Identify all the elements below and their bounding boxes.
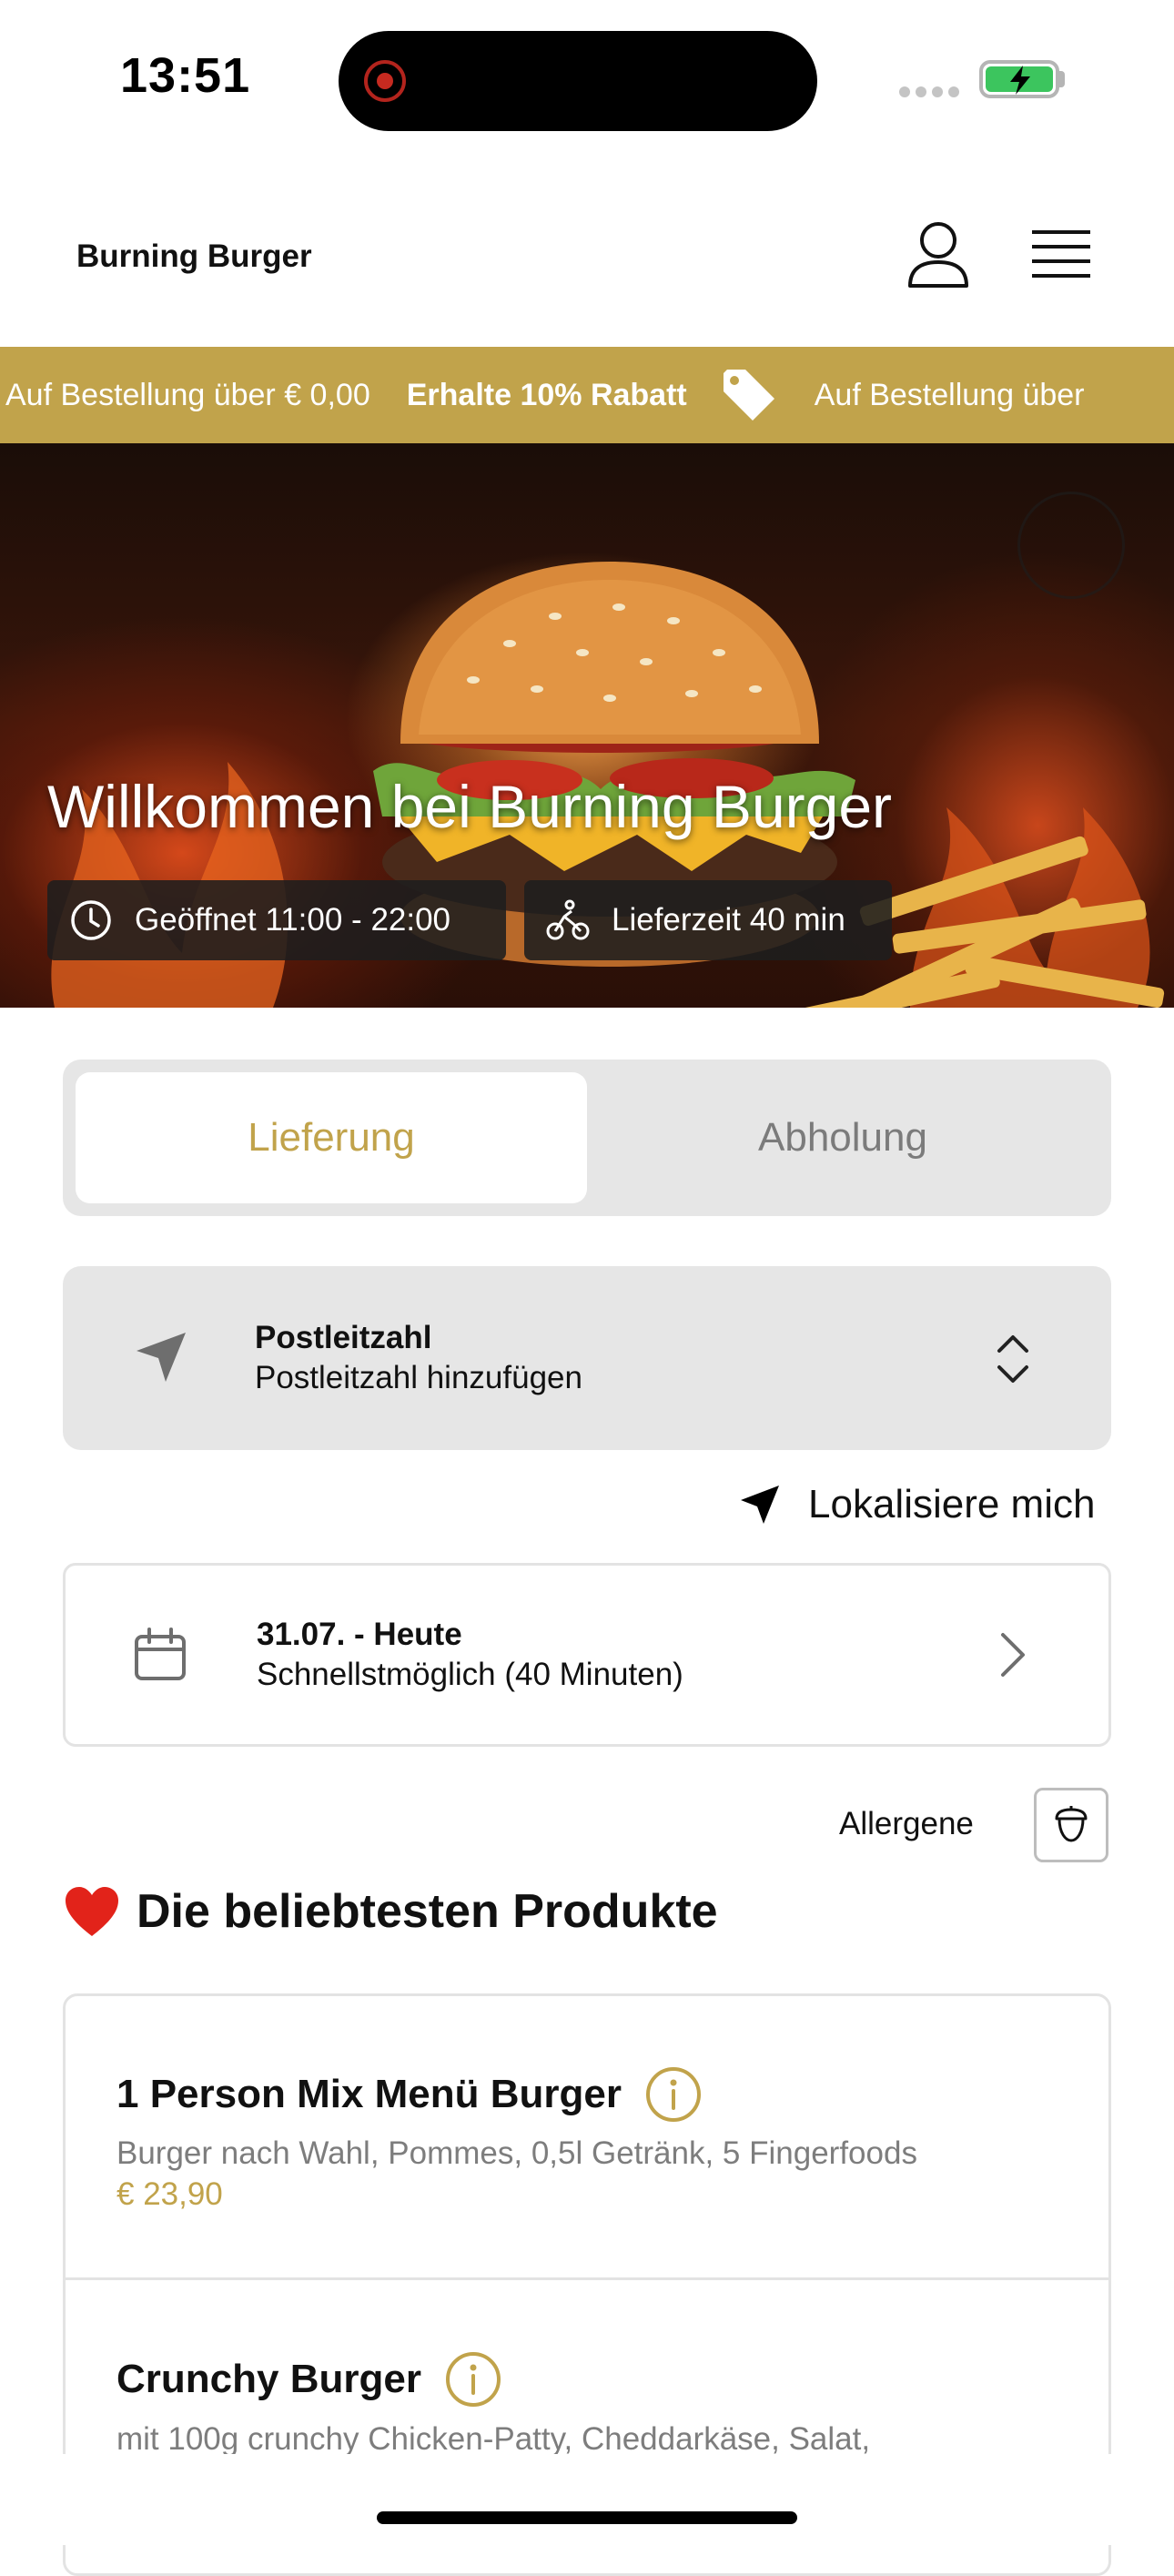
delivery-time-selector[interactable]: [63, 1563, 1111, 1747]
battery-icon: [979, 60, 1059, 98]
postcode-selector[interactable]: [63, 1266, 1111, 1450]
delivery-time-chip: Lieferzeit 40 min: [524, 880, 892, 960]
product-name-text: 1 Person Mix Menü Burger: [116, 2072, 622, 2116]
promo-min-order-repeat: Auf Bestellung über: [814, 377, 1085, 412]
tab-delivery[interactable]: Lieferung: [76, 1072, 587, 1203]
product-description: mit 100g crunchy Chicken-Patty, Cheddark…: [116, 2421, 871, 2457]
charging-bolt-icon: [1010, 66, 1030, 95]
bottom-safe-area: [0, 2454, 1174, 2545]
product-description: Burger nach Wahl, Pommes, 0,5l Getränk, …: [116, 2135, 917, 2171]
hamburger-menu-icon[interactable]: [1028, 228, 1094, 280]
cellular-signal-icon: [899, 86, 965, 102]
promo-discount: Erhalte 10% Rabatt: [406, 377, 687, 412]
info-icon[interactable]: [645, 2066, 702, 2123]
chevron-right-icon: [1001, 1633, 1025, 1677]
status-time: 13:51: [120, 48, 251, 103]
allergens-label[interactable]: Allergene: [839, 1806, 974, 1842]
clock-icon: [71, 900, 111, 940]
opening-hours-chip: Geöffnet 11:00 - 22:00: [47, 880, 506, 960]
info-icon[interactable]: [445, 2351, 501, 2408]
brand-name[interactable]: Burning Burger: [76, 238, 312, 275]
price-tag-icon: [723, 370, 774, 421]
chevron-up-down-icon[interactable]: [994, 1331, 1032, 1387]
allergens-button[interactable]: [1034, 1788, 1108, 1862]
product-price: € 23,90: [116, 2176, 223, 2212]
product-name-text: Crunchy Burger: [116, 2357, 421, 2401]
screen-recording-icon: [364, 60, 406, 102]
navigation-arrow-icon: [741, 1486, 779, 1524]
location-arrow-icon: [137, 1333, 186, 1382]
heart-icon: [66, 1887, 118, 1936]
bicycle-courier-icon: [546, 899, 590, 940]
postcode-placeholder: Postleitzahl hinzufügen: [255, 1360, 582, 1395]
product-name[interactable]: 1 Person Mix Menü Burger: [116, 2066, 702, 2123]
user-account-icon[interactable]: [906, 220, 970, 289]
locate-me-button[interactable]: Lokalisiere mich: [739, 1482, 1095, 1527]
popular-products-heading: Die beliebtesten Produkte: [64, 1884, 718, 1939]
calendar-icon: [135, 1628, 186, 1680]
locate-me-label: Lokalisiere mich: [808, 1482, 1096, 1526]
battery-tip: [1059, 71, 1065, 87]
popular-products-title: Die beliebtesten Produkte: [137, 1885, 718, 1938]
schedule-date: 31.07. - Heute: [257, 1617, 462, 1652]
dynamic-island: [339, 31, 817, 131]
opening-hours-text: Geöffnet 11:00 - 22:00: [135, 902, 451, 938]
delivery-time-text: Lieferzeit 40 min: [612, 902, 845, 938]
tab-pickup[interactable]: Abholung: [587, 1072, 1098, 1203]
halal-seal-icon: [1017, 492, 1125, 599]
hero-title: Willkommen bei Burning Burger: [47, 773, 893, 840]
postcode-label: Postleitzahl: [255, 1320, 432, 1355]
list-divider: [63, 2277, 1111, 2280]
promo-min-order: Auf Bestellung über € 0,00: [5, 377, 370, 412]
home-indicator[interactable]: [377, 2511, 797, 2524]
acorn-icon: [1055, 1806, 1088, 1842]
promo-banner: Auf Bestellung über € 0,00 Erhalte 10% R…: [0, 347, 1174, 443]
product-name[interactable]: Crunchy Burger: [116, 2351, 501, 2408]
schedule-time: Schnellstmöglich (40 Minuten): [257, 1657, 683, 1692]
